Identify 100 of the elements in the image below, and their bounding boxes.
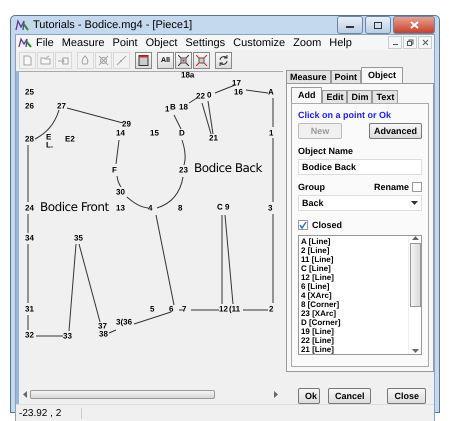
point-label[interactable]: 35 <box>74 234 83 242</box>
toolbar-button[interactable] <box>175 52 192 69</box>
point-label[interactable]: 33 <box>63 332 72 340</box>
point-label[interactable]: D <box>179 128 185 138</box>
list-item[interactable]: 8 [Corner] <box>300 300 406 309</box>
point-label[interactable]: 31 <box>25 304 34 314</box>
point-label[interactable]: F <box>112 166 117 174</box>
point-label[interactable]: E2 <box>65 134 75 144</box>
piece-label[interactable]: Bodice Front <box>40 200 109 214</box>
object-name-field[interactable]: Bodice Back <box>298 159 422 175</box>
vertical-scrollbar[interactable] <box>408 236 421 354</box>
mdi-minimize-button[interactable] <box>388 36 402 49</box>
list-item[interactable]: 21 [Line] <box>300 345 406 354</box>
horizontal-scrollbar[interactable] <box>23 389 279 400</box>
point-label[interactable]: 17 <box>232 78 241 88</box>
point-label[interactable]: 32 <box>25 330 34 340</box>
scroll-down-icon[interactable] <box>412 349 418 354</box>
point-label[interactable]: 5 <box>150 304 154 314</box>
point-label[interactable]: 28 <box>25 134 34 144</box>
advanced-button[interactable]: Advanced <box>368 123 422 139</box>
menu-item[interactable]: Point <box>108 36 142 48</box>
group-dropdown[interactable]: Back <box>298 195 422 211</box>
menu-item[interactable]: Settings <box>181 36 230 48</box>
close-button[interactable]: Close <box>387 388 426 404</box>
list-item[interactable]: 6 [Line] <box>300 282 406 291</box>
point-label[interactable]: 8 <box>178 204 182 212</box>
point-label[interactable]: E <box>46 132 52 142</box>
point-label[interactable]: C 9 <box>217 202 230 212</box>
maximize-button[interactable] <box>365 16 391 34</box>
point-label[interactable]: 1 <box>269 128 274 138</box>
point-label[interactable]: 22 <box>196 92 205 100</box>
point-label[interactable]: 3(36 <box>116 318 132 326</box>
subtab[interactable]: Add <box>290 87 322 103</box>
subtab[interactable]: Text <box>372 90 398 103</box>
ok-button[interactable]: Ok <box>298 388 320 404</box>
mdi-close-button[interactable] <box>418 36 432 49</box>
point-label[interactable]: (11 <box>229 304 240 314</box>
toolbar-button[interactable] <box>135 52 152 69</box>
toolbar-button[interactable] <box>193 52 210 69</box>
list-item[interactable]: 11 [Line] <box>300 255 406 264</box>
list-item[interactable]: 23 [XArc] <box>300 309 406 318</box>
point-label[interactable]: 21 <box>209 134 218 142</box>
list-item[interactable]: A [Line] <box>300 237 406 246</box>
menu-item[interactable]: Measure <box>58 36 109 48</box>
mdi-restore-button[interactable] <box>403 36 417 49</box>
point-label[interactable]: 29 <box>122 120 131 128</box>
panel-tab[interactable]: Point <box>330 70 361 83</box>
list-item[interactable]: 12 [Line] <box>300 273 406 282</box>
point-label[interactable]: 0 <box>207 90 212 100</box>
point-label[interactable]: 25 <box>25 88 34 96</box>
scroll-right-icon[interactable] <box>274 391 279 398</box>
panel-tab[interactable]: Object <box>361 67 404 83</box>
point-label[interactable]: 16 <box>234 88 243 96</box>
close-button[interactable] <box>393 16 435 34</box>
toolbar-button[interactable] <box>215 52 232 69</box>
menu-item[interactable]: Zoom <box>289 36 326 48</box>
panel-tab[interactable]: Measure <box>286 70 330 83</box>
point-label[interactable]: 2 <box>269 304 274 314</box>
point-label[interactable]: 4 <box>148 204 152 212</box>
subtab[interactable]: Edit <box>322 90 348 103</box>
point-label[interactable]: 23 <box>179 166 188 174</box>
point-label[interactable]: 24 <box>25 204 34 212</box>
menu-item[interactable]: File <box>32 36 58 48</box>
point-label[interactable]: L. <box>46 140 54 150</box>
point-label[interactable]: 38 <box>99 330 108 338</box>
point-label[interactable]: 27 <box>57 102 66 110</box>
scroll-left-icon[interactable] <box>23 391 28 398</box>
point-label[interactable]: 34 <box>25 234 34 242</box>
menu-item[interactable]: Help <box>325 36 356 48</box>
list-item[interactable]: D [Corner] <box>300 318 406 327</box>
minimize-button[interactable] <box>337 16 363 34</box>
point-label[interactable]: 15 <box>150 128 159 138</box>
menu-item[interactable]: Object <box>142 36 182 48</box>
point-label[interactable]: 3 <box>268 204 272 212</box>
rename-checkbox[interactable] <box>412 182 422 192</box>
scroll-thumb[interactable] <box>410 243 420 307</box>
point-label[interactable]: 26 <box>25 102 34 110</box>
point-label[interactable]: 7 <box>182 304 186 314</box>
point-label[interactable]: 18 <box>179 102 188 112</box>
closed-checkbox[interactable] <box>298 220 308 230</box>
point-label[interactable]: 37 <box>98 322 107 330</box>
subtab[interactable]: Dim <box>347 90 372 103</box>
scroll-thumb[interactable] <box>30 390 215 399</box>
point-label[interactable]: 13 <box>116 204 125 212</box>
segment-list[interactable]: A [Line] 2 [Line] 11 [Line] C [Line] 12 [Line] 6 [Line] 4 [XArc] 8 [Corner] 23 [XArc] D [Corner] 19 [Line] 22 [Line] 21 [Line] <box>298 235 422 355</box>
list-item[interactable]: 22 [Line] <box>300 336 406 345</box>
point-label[interactable]: A <box>268 88 274 96</box>
list-item[interactable]: C [Line] <box>300 264 406 273</box>
point-label[interactable]: 1 <box>165 104 170 114</box>
point-label[interactable]: 18a <box>181 72 194 80</box>
point-label[interactable]: B <box>170 102 176 112</box>
scroll-up-icon[interactable] <box>412 236 418 241</box>
point-label[interactable]: 14 <box>116 128 125 138</box>
list-item[interactable]: 19 [Line] <box>300 327 406 336</box>
cancel-button[interactable]: Cancel <box>328 388 372 404</box>
list-item[interactable]: 2 [Line] <box>300 246 406 255</box>
list-item[interactable]: 4 [XArc] <box>300 291 406 300</box>
piece-label[interactable]: Bodice Back <box>194 161 262 175</box>
menu-item[interactable]: Customize <box>229 36 290 48</box>
point-label[interactable]: 30 <box>116 188 125 196</box>
